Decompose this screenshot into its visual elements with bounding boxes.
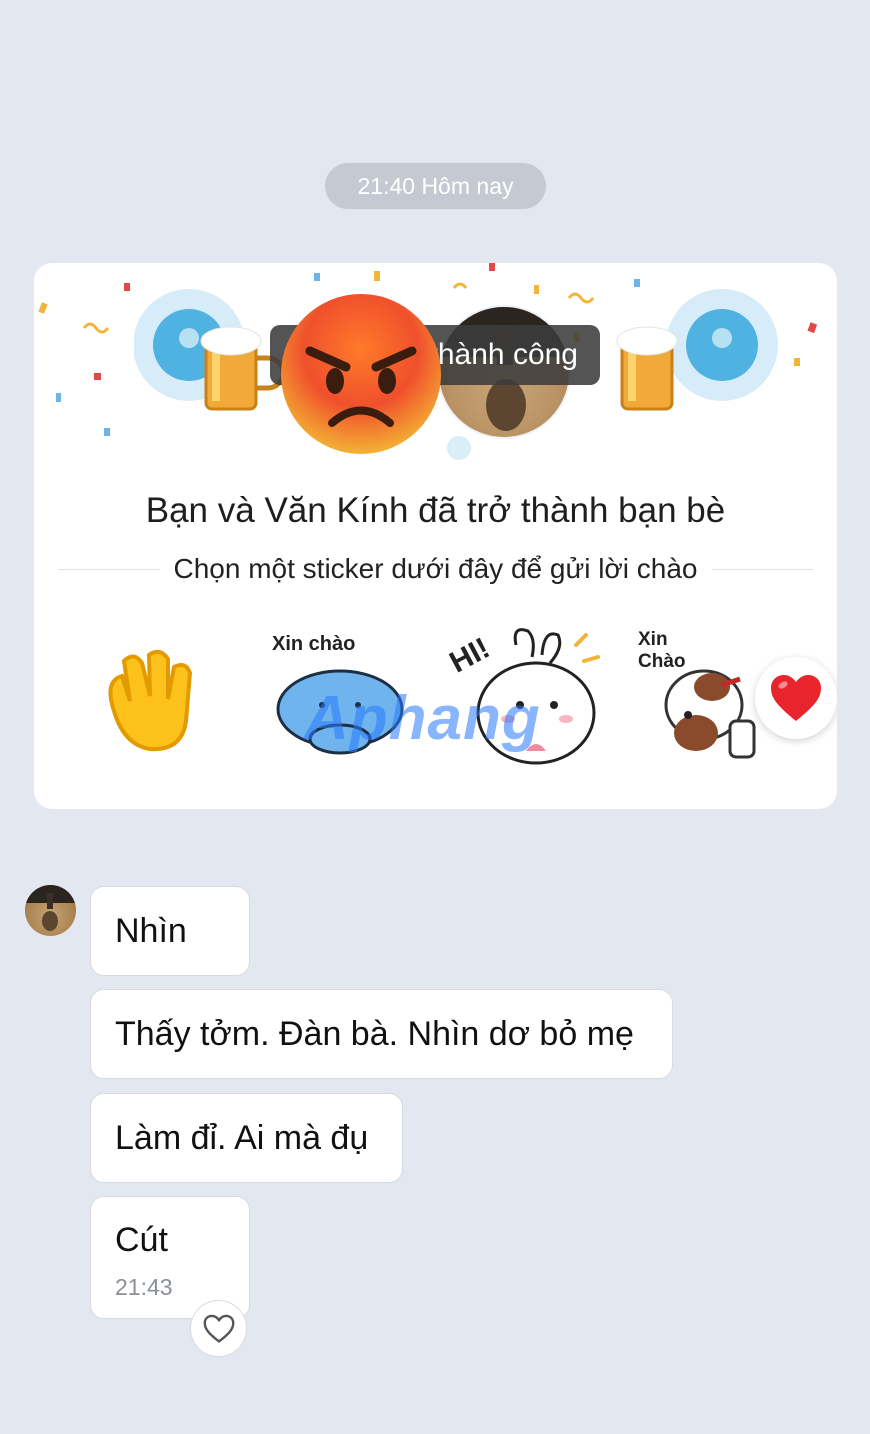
sticker-waving-hand[interactable] bbox=[94, 641, 210, 757]
time-divider: 21:40 Hôm nay bbox=[325, 163, 546, 209]
message-text: Thấy tởm. Đàn bà. Nhìn dơ bỏ mẹ bbox=[115, 1014, 634, 1053]
message-bubble[interactable]: Làm đỉ. Ai mà đụ bbox=[90, 1093, 403, 1183]
friend-card-subtitle: Chọn một sticker dưới đây để gửi lời chà… bbox=[173, 553, 698, 584]
sticker-dog[interactable]: Xin Chào bbox=[634, 625, 774, 765]
chat-screen: 21:40 Hôm nay thành công Bạn và Văn Kính… bbox=[0, 0, 870, 1434]
like-reaction-button[interactable] bbox=[190, 1300, 247, 1357]
message-text: Cút bbox=[115, 1221, 168, 1259]
angry-face-icon bbox=[281, 294, 441, 454]
sender-avatar[interactable] bbox=[25, 885, 76, 936]
friend-card-subtitle-row: Chọn một sticker dưới đây để gửi lời chà… bbox=[58, 551, 813, 587]
message-text: Nhìn bbox=[115, 911, 187, 950]
heart-reaction-button[interactable] bbox=[755, 657, 837, 739]
sticker-caption: Xin chào bbox=[272, 633, 356, 655]
divider bbox=[58, 568, 160, 570]
new-friend-card: thành công Bạn và Văn Kính đã trở thành … bbox=[34, 263, 837, 809]
message-timestamp: 21:43 bbox=[115, 1274, 173, 1300]
message-bubble[interactable]: Thấy tởm. Đàn bà. Nhìn dơ bỏ mẹ bbox=[90, 989, 673, 1079]
message-text: Làm đỉ. Ai mà đụ bbox=[115, 1118, 369, 1157]
watermark: Aphang bbox=[304, 684, 541, 753]
beer-cheers-icon bbox=[616, 289, 778, 411]
divider bbox=[711, 568, 813, 570]
friend-card-title: Bạn và Văn Kính đã trở thành bạn bè bbox=[145, 491, 726, 530]
message-bubble[interactable]: Nhìn bbox=[90, 886, 250, 976]
heart-outline-icon bbox=[203, 1314, 234, 1343]
sticker-caption: Xin Chào bbox=[638, 629, 686, 672]
heart-icon bbox=[771, 675, 821, 721]
